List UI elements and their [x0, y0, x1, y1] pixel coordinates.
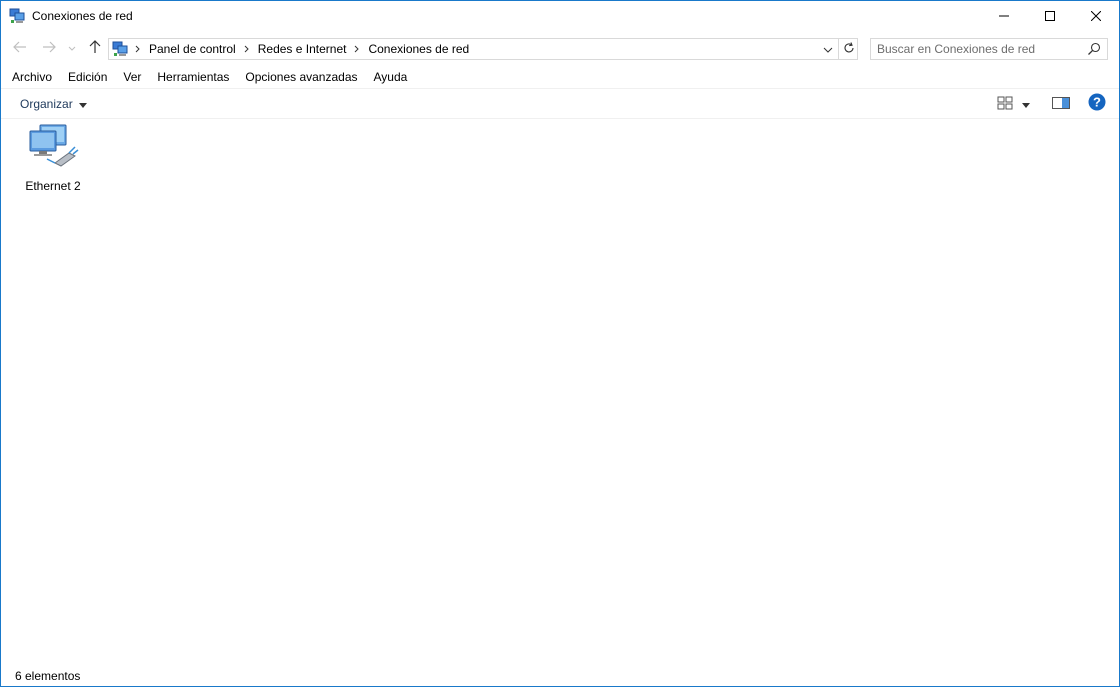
menu-ayuda[interactable]: Ayuda — [366, 65, 416, 89]
menu-bar: Archivo Edición Ver Herramientas Opcione… — [1, 65, 1119, 89]
refresh-button[interactable] — [838, 39, 858, 59]
search-box[interactable] — [870, 38, 1108, 60]
organize-button[interactable]: Organizar — [12, 93, 95, 115]
caret-down-icon — [78, 97, 87, 111]
view-more-options-button[interactable] — [1018, 94, 1034, 114]
explorer-window: Conexiones de red Panel de control Redes… — [0, 0, 1120, 687]
list-item[interactable]: Ethernet 2 — [15, 123, 91, 193]
help-button[interactable]: ? — [1087, 93, 1107, 113]
menu-ver[interactable]: Ver — [115, 65, 149, 89]
minimize-icon — [999, 10, 1009, 24]
close-icon — [1090, 10, 1102, 24]
menu-herramientas[interactable]: Herramientas — [149, 65, 237, 89]
window-title: Conexiones de red — [32, 9, 133, 23]
maximize-icon — [1045, 10, 1055, 24]
chevron-down-icon — [68, 41, 76, 55]
menu-opciones-avanzadas[interactable]: Opciones avanzadas — [237, 65, 365, 89]
up-button[interactable] — [85, 38, 105, 58]
refresh-icon — [843, 41, 855, 57]
caret-down-icon — [1022, 97, 1030, 111]
preview-pane-button[interactable] — [1050, 94, 1072, 114]
command-bar: Organizar ? — [1, 89, 1119, 119]
minimize-button[interactable] — [981, 1, 1027, 32]
address-bar[interactable]: Panel de control Redes e Internet Conexi… — [108, 38, 858, 60]
breadcrumb-panel-de-control[interactable]: Panel de control — [145, 39, 240, 59]
breadcrumb: Panel de control Redes e Internet Conexi… — [131, 39, 473, 59]
help-icon: ? — [1088, 93, 1106, 114]
arrow-up-icon — [89, 39, 101, 57]
back-button[interactable] — [10, 38, 30, 58]
chevron-down-icon — [823, 42, 833, 56]
menu-archivo[interactable]: Archivo — [4, 65, 60, 89]
recent-locations-button[interactable] — [65, 38, 79, 58]
forward-button[interactable] — [39, 38, 59, 58]
network-adapter-icon — [27, 123, 79, 171]
breadcrumb-conexiones-de-red[interactable]: Conexiones de red — [364, 39, 473, 59]
status-bar: 6 elementos — [1, 664, 1119, 686]
preview-pane-icon — [1052, 96, 1070, 112]
network-connections-icon — [112, 41, 129, 58]
item-count: 6 elementos — [15, 669, 81, 683]
search-input[interactable] — [877, 39, 1077, 59]
breadcrumb-separator-icon[interactable] — [131, 39, 145, 59]
breadcrumb-separator-icon[interactable] — [240, 39, 254, 59]
address-history-button[interactable] — [819, 39, 837, 59]
menu-edicion[interactable]: Edición — [60, 65, 115, 89]
network-connections-icon — [9, 8, 26, 25]
arrow-left-icon — [13, 41, 27, 56]
item-label: Ethernet 2 — [25, 179, 81, 193]
organize-label: Organizar — [20, 97, 73, 111]
breadcrumb-separator-icon[interactable] — [350, 39, 364, 59]
navigation-bar: Panel de control Redes e Internet Conexi… — [1, 32, 1119, 65]
maximize-button[interactable] — [1027, 1, 1073, 32]
items-view[interactable]: Ethernet 2 — [1, 119, 1119, 664]
view-options-icon — [997, 96, 1013, 113]
search-icon[interactable] — [1086, 41, 1102, 57]
svg-text:?: ? — [1093, 94, 1101, 109]
change-view-button[interactable] — [995, 94, 1015, 114]
arrow-right-icon — [42, 41, 56, 56]
breadcrumb-redes-e-internet[interactable]: Redes e Internet — [254, 39, 351, 59]
title-bar[interactable]: Conexiones de red — [1, 1, 1119, 32]
close-button[interactable] — [1073, 1, 1119, 32]
